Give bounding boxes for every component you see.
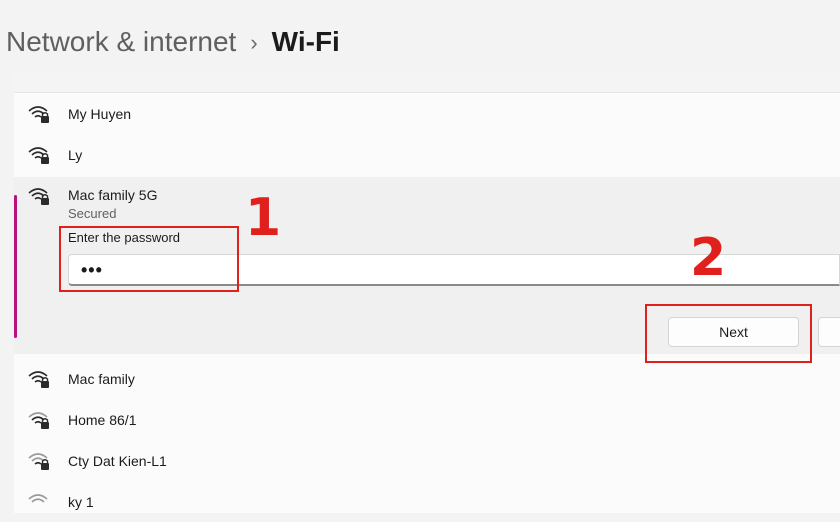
annotation-step-1: 1 xyxy=(245,188,282,248)
network-item-my-huyen[interactable]: My Huyen xyxy=(14,94,840,134)
network-name: Cty Dat Kien-L1 xyxy=(68,453,167,469)
annotation-step-2: 2 xyxy=(690,228,727,288)
network-name: My Huyen xyxy=(68,106,132,122)
network-item-ky-1[interactable]: ky 1 xyxy=(14,482,840,522)
wifi-secured-icon xyxy=(28,106,49,123)
selected-network-name: Mac family 5G xyxy=(68,187,158,203)
wifi-secured-icon xyxy=(28,453,49,470)
breadcrumb: Network & internet › Wi-Fi xyxy=(6,22,340,62)
breadcrumb-network-internet[interactable]: Network & internet xyxy=(6,26,236,58)
wifi-secured-icon xyxy=(28,188,49,205)
chevron-right-icon: › xyxy=(250,30,258,55)
selection-accent-bar xyxy=(14,195,17,338)
wifi-secured-icon xyxy=(28,371,49,388)
network-name: ky 1 xyxy=(68,494,94,510)
annotation-box-next xyxy=(645,304,812,363)
network-list-header-strip xyxy=(14,72,840,93)
network-name: Home 86/1 xyxy=(68,412,137,428)
page-title: Wi-Fi xyxy=(271,26,340,57)
cancel-button[interactable] xyxy=(818,317,840,347)
wifi-secured-icon xyxy=(28,147,49,164)
network-item-cty-dat-kien-l1[interactable]: Cty Dat Kien-L1 xyxy=(14,441,840,481)
network-name: Ly xyxy=(68,147,83,163)
annotation-box-password xyxy=(59,226,239,292)
selected-network-status: Secured xyxy=(68,206,117,221)
network-item-ly[interactable]: Ly xyxy=(14,135,840,175)
wifi-secured-icon xyxy=(28,412,49,429)
network-item-home-86-1[interactable]: Home 86/1 xyxy=(14,400,840,440)
wifi-secured-icon xyxy=(28,494,48,503)
network-item-mac-family[interactable]: Mac family xyxy=(14,359,840,399)
network-name: Mac family xyxy=(68,371,135,387)
